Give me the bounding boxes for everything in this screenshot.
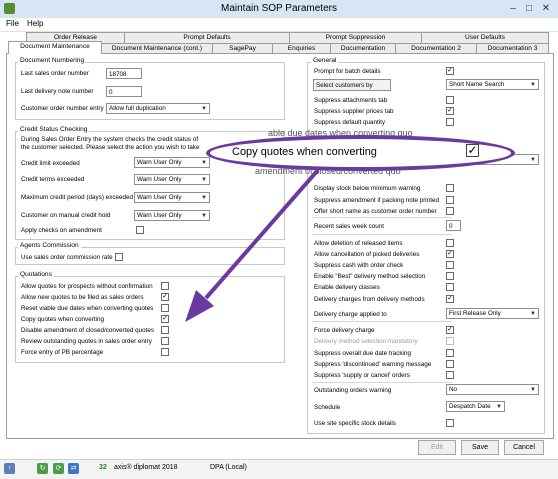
callout-label: Copy quotes when converting	[232, 146, 377, 158]
callout-checkbox: ✓	[466, 143, 479, 157]
annotation-arrow	[185, 168, 320, 322]
